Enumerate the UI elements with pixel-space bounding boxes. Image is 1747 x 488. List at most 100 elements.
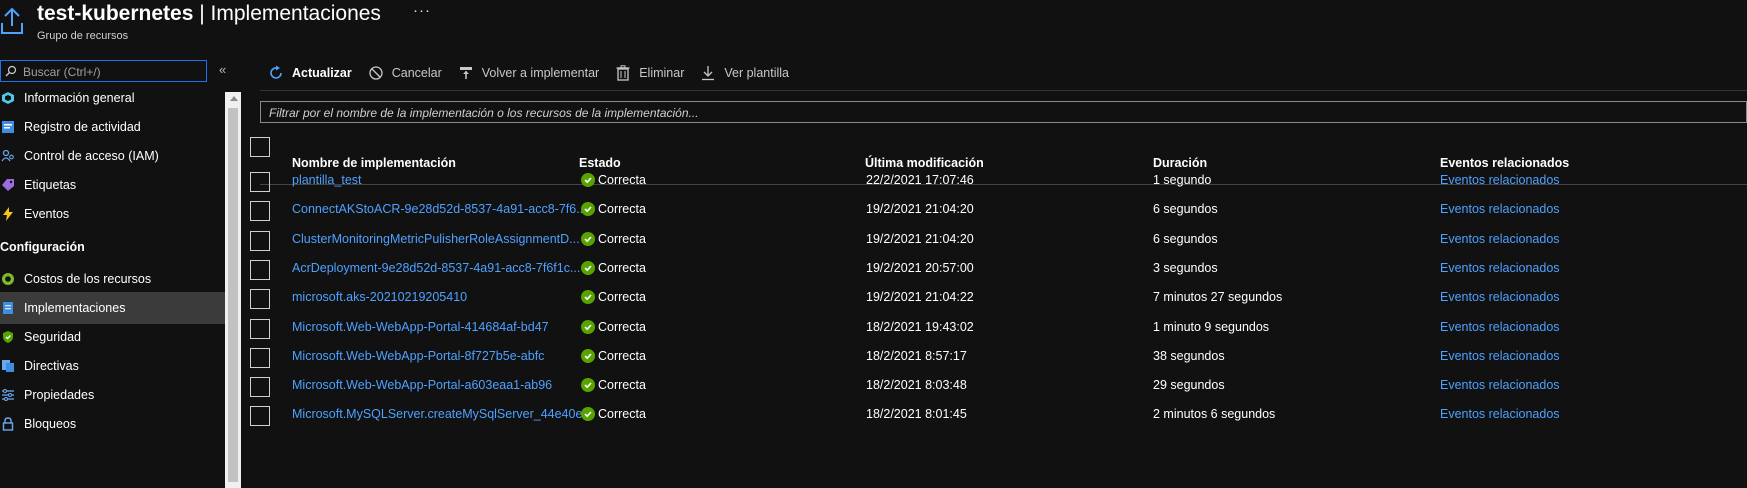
sidebar-item-label: Implementaciones — [24, 301, 126, 315]
sidebar-item-label: Etiquetas — [24, 178, 77, 192]
sidebar-scrollbar[interactable] — [225, 92, 241, 488]
status-badge: Correcta — [581, 378, 646, 393]
collapse-sidebar-button[interactable]: « — [219, 62, 226, 77]
delete-button[interactable]: Eliminar — [615, 65, 684, 81]
sidebar-item-events[interactable]: Eventos — [0, 198, 225, 230]
row-checkbox[interactable] — [250, 172, 270, 192]
status-text: Correcta — [598, 173, 646, 187]
duration-cell: 1 minuto 9 segundos — [1153, 319, 1270, 334]
table-row[interactable]: plantilla_test Correcta 22/2/2021 17:07:46… — [250, 165, 1747, 197]
search-input[interactable]: Buscar (Ctrl+/) — [0, 60, 207, 82]
related-events-link[interactable]: Eventos relacionados — [1440, 261, 1560, 275]
status-text: Correcta — [598, 378, 646, 393]
last-modified-cell: 18/2/2021 8:57:17 — [866, 348, 967, 363]
status-badge: Correcta — [581, 173, 646, 187]
cost-icon — [0, 271, 16, 287]
scroll-up-icon[interactable] — [230, 96, 238, 101]
deployment-name-link[interactable]: ClusterMonitoringMetricPulisherRoleAssig… — [292, 232, 580, 246]
row-checkbox[interactable] — [250, 201, 270, 222]
row-checkbox[interactable] — [250, 289, 270, 310]
cancel-button[interactable]: Cancelar — [368, 65, 442, 81]
deployment-name-link[interactable]: microsoft.aks-20210219205410 — [292, 290, 467, 304]
table-row[interactable]: Microsoft.Web-WebApp-Portal-8f727b5e-abf… — [250, 341, 1747, 373]
status-text: Correcta — [598, 319, 646, 334]
table-row[interactable]: Microsoft.MySQLServer.createMySqlServer_… — [250, 399, 1747, 431]
related-events-link[interactable]: Eventos relacionados — [1440, 320, 1560, 334]
related-events-link[interactable]: Eventos relacionados — [1440, 202, 1560, 216]
sidebar-item-iam[interactable]: Control de acceso (IAM) — [0, 140, 225, 172]
upload-icon — [0, 6, 24, 36]
related-events-link[interactable]: Eventos relacionados — [1440, 232, 1560, 246]
sidebar-item-security[interactable]: Seguridad — [0, 321, 225, 353]
cancel-label: Cancelar — [391, 66, 442, 80]
sidebar-item-policies[interactable]: Directivas — [0, 350, 225, 382]
refresh-icon — [268, 65, 284, 81]
duration-cell: 2 minutos 6 segundos — [1153, 407, 1276, 422]
table-row[interactable]: microsoft.aks-20210219205410 Correcta 19/2… — [250, 282, 1747, 314]
resource-name: test-kubernetes — [37, 2, 194, 25]
delete-label: Eliminar — [639, 66, 685, 80]
trash-icon — [615, 65, 631, 81]
row-checkbox[interactable] — [250, 259, 270, 280]
table-row[interactable]: ClusterMonitoringMetricPulisherRoleAssig… — [250, 224, 1747, 256]
sidebar-item-label: Control de acceso (IAM) — [24, 149, 159, 163]
sidebar-item-tags[interactable]: Etiquetas — [0, 169, 225, 201]
status-badge: Correcta — [581, 231, 646, 246]
deployment-name-link[interactable]: plantilla_test — [292, 173, 362, 187]
table-row[interactable]: AcrDeployment-9e28d52d-8537-4a91-acc8-7f… — [250, 253, 1747, 285]
download-icon — [700, 65, 716, 81]
table-row[interactable]: Microsoft.Web-WebApp-Portal-a603eaa1-ab9… — [250, 370, 1747, 402]
redeploy-icon — [458, 65, 474, 81]
status-badge: Correcta — [581, 260, 646, 275]
success-check-icon — [581, 290, 595, 305]
sidebar-item-deployments[interactable]: Implementaciones — [0, 292, 225, 324]
deployment-name-link[interactable]: Microsoft.Web-WebApp-Portal-8f727b5e-abf… — [292, 349, 544, 363]
filter-input[interactable]: Filtrar por el nombre de la implementaci… — [260, 101, 1747, 123]
select-all-checkbox[interactable] — [250, 137, 270, 157]
status-text: Correcta — [598, 348, 646, 363]
last-modified-cell: 19/2/2021 21:04:22 — [866, 290, 974, 305]
table-row[interactable]: ConnectAKStoACR-9e28d52d-8537-4a91-acc8-… — [250, 194, 1747, 226]
sidebar-item-overview[interactable]: Información general — [0, 82, 225, 114]
deployment-name-link[interactable]: ConnectAKStoACR-9e28d52d-8537-4a91-acc8-… — [292, 202, 587, 216]
row-checkbox[interactable] — [250, 318, 270, 339]
duration-cell: 1 segundo — [1153, 173, 1212, 187]
related-events-link[interactable]: Eventos relacionados — [1440, 349, 1560, 363]
related-events-link[interactable]: Eventos relacionados — [1440, 378, 1560, 392]
duration-cell: 6 segundos — [1153, 202, 1218, 217]
search-icon — [5, 65, 17, 77]
status-badge: Correcta — [581, 202, 646, 217]
status-text: Correcta — [598, 407, 646, 422]
row-checkbox[interactable] — [250, 377, 270, 398]
sidebar-item-label: Propiedades — [24, 388, 95, 402]
deployment-name-link[interactable]: Microsoft.Web-WebApp-Portal-a603eaa1-ab9… — [292, 378, 552, 392]
sidebar-item-costs[interactable]: Costos de los recursos — [0, 263, 225, 295]
view-template-button[interactable]: Ver plantilla — [700, 65, 789, 81]
status-text: Correcta — [598, 260, 646, 275]
row-checkbox[interactable] — [250, 230, 270, 251]
table-row[interactable]: Microsoft.Web-WebApp-Portal-414684af-bd4… — [250, 312, 1747, 344]
success-check-icon — [581, 378, 595, 393]
deployment-name-link[interactable]: AcrDeployment-9e28d52d-8537-4a91-acc8-7f… — [292, 261, 580, 275]
last-modified-cell: 19/2/2021 21:04:20 — [866, 202, 974, 217]
redeploy-button[interactable]: Volver a implementar — [458, 65, 599, 81]
related-events-link[interactable]: Eventos relacionados — [1440, 290, 1560, 304]
sidebar-item-label: Registro de actividad — [24, 120, 141, 134]
status-text: Correcta — [598, 202, 646, 217]
duration-cell: 3 segundos — [1153, 260, 1218, 275]
more-options-button[interactable]: ··· — [413, 2, 431, 19]
sidebar-item-activity-log[interactable]: Registro de actividad — [0, 111, 225, 143]
duration-cell: 7 minutos 27 segundos — [1153, 290, 1283, 305]
row-checkbox[interactable] — [250, 406, 270, 427]
success-check-icon — [581, 173, 595, 187]
sidebar-item-locks[interactable]: Bloqueos — [0, 408, 225, 440]
deployment-name-link[interactable]: Microsoft.Web-WebApp-Portal-414684af-bd4… — [292, 320, 549, 334]
tag-icon — [0, 177, 16, 193]
deployment-name-link[interactable]: Microsoft.MySQLServer.createMySqlServer_… — [292, 407, 593, 421]
sidebar-item-properties[interactable]: Propiedades — [0, 379, 225, 411]
related-events-link[interactable]: Eventos relacionados — [1440, 173, 1560, 187]
scrollbar-thumb[interactable] — [228, 108, 238, 482]
related-events-link[interactable]: Eventos relacionados — [1440, 407, 1560, 421]
row-checkbox[interactable] — [250, 347, 270, 368]
refresh-button[interactable]: Actualizar — [268, 65, 352, 81]
